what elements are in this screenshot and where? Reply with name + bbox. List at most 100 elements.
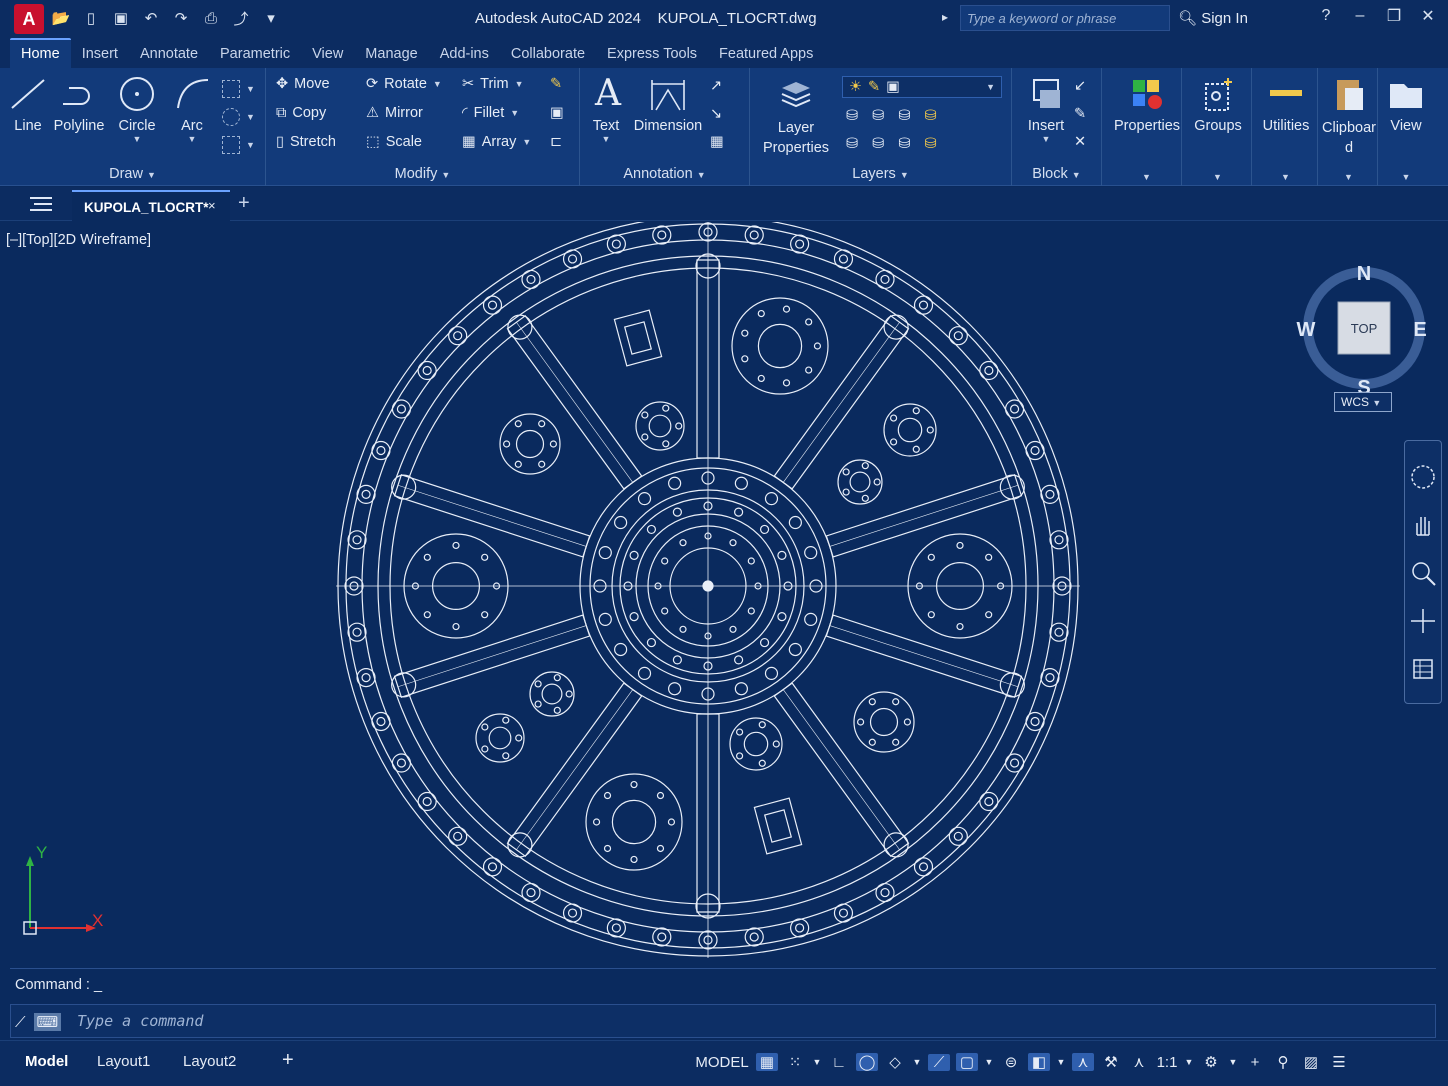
chevron-down-icon[interactable]: ▼ bbox=[1184, 172, 1251, 182]
tab-featured-apps[interactable]: Featured Apps bbox=[708, 40, 824, 68]
chevron-down-icon[interactable]: ▼ bbox=[812, 1057, 822, 1067]
attribute-tool[interactable]: ✕ bbox=[1074, 134, 1086, 150]
view-panel[interactable]: View ▼ bbox=[1380, 68, 1432, 186]
command-input[interactable]: Type a command bbox=[77, 1012, 203, 1030]
grid-icon[interactable]: ▦ bbox=[756, 1053, 778, 1071]
tab-parametric[interactable]: Parametric bbox=[209, 40, 301, 68]
tab-insert[interactable]: Insert bbox=[71, 40, 129, 68]
trim-button[interactable]: ✂ Trim ▼ bbox=[462, 76, 524, 92]
layer-properties-button[interactable]: Layer Properties bbox=[756, 74, 836, 158]
chevron-down-icon[interactable]: ▼ bbox=[1056, 1057, 1066, 1067]
transparency-icon[interactable]: ◧ bbox=[1028, 1053, 1050, 1071]
fillet-button[interactable]: ◜ Fillet ▼ bbox=[462, 105, 519, 121]
chevron-down-icon[interactable]: ▼ bbox=[984, 1057, 994, 1067]
annotation-scale-value[interactable]: 1:1 bbox=[1156, 1054, 1178, 1071]
viewport-controls-label[interactable]: [–][Top][2D Wireframe] bbox=[6, 232, 151, 248]
block-panel-title[interactable]: Block ▼ bbox=[1012, 166, 1101, 182]
dimension-button[interactable]: Dimension bbox=[632, 74, 704, 134]
annotation-panel-title[interactable]: Annotation ▼ bbox=[580, 166, 749, 182]
layer-freeze-icon[interactable]: ⛁ bbox=[898, 108, 910, 124]
customize-icon[interactable]: ⟋ bbox=[15, 1014, 26, 1031]
tab-home[interactable]: Home bbox=[10, 38, 71, 68]
new-file-icon[interactable]: ▯ bbox=[80, 8, 102, 28]
model-space-button[interactable]: MODEL bbox=[694, 1054, 750, 1071]
tab-annotate[interactable]: Annotate bbox=[129, 40, 209, 68]
compass-west[interactable]: W bbox=[1297, 319, 1316, 341]
edit-block-tool[interactable]: ✎ bbox=[1074, 106, 1086, 122]
share-icon[interactable]: ⤴ bbox=[230, 8, 252, 28]
search-arrow-icon[interactable]: ▸ bbox=[942, 10, 948, 24]
create-block-tool[interactable]: ↙ bbox=[1074, 78, 1086, 94]
snap-icon[interactable]: ⁙ bbox=[784, 1053, 806, 1071]
plus-icon[interactable]: + bbox=[1244, 1054, 1266, 1071]
copy-button[interactable]: ⧉ Copy bbox=[276, 105, 326, 121]
tab-manage[interactable]: Manage bbox=[354, 40, 428, 68]
minimize-icon[interactable]: – bbox=[1350, 7, 1370, 25]
utilities-panel[interactable]: Utilities ▼ bbox=[1254, 68, 1318, 186]
auto-scale-icon[interactable]: ⚒ bbox=[1100, 1053, 1122, 1071]
plot-icon[interactable]: ⎙ bbox=[200, 8, 222, 28]
menu-icon[interactable] bbox=[30, 195, 52, 213]
compass-north[interactable]: N bbox=[1357, 263, 1371, 285]
chevron-down-icon[interactable]: ▼ bbox=[1228, 1057, 1238, 1067]
isolate-objects-icon[interactable]: ▨ bbox=[1300, 1053, 1322, 1071]
tab-layout1[interactable]: Layout1 bbox=[97, 1053, 150, 1070]
layer-iso-icon[interactable]: ⛁ bbox=[872, 108, 884, 124]
clipboard-panel[interactable]: Clipboard ▼ bbox=[1320, 68, 1378, 186]
pan-hand-icon[interactable] bbox=[1409, 511, 1437, 539]
move-button[interactable]: ✥ Move bbox=[276, 76, 330, 92]
undo-icon[interactable]: ↶ bbox=[140, 8, 162, 28]
tab-express-tools[interactable]: Express Tools bbox=[596, 40, 708, 68]
command-prompt-icon[interactable]: ⌨ bbox=[33, 1013, 62, 1031]
stretch-button[interactable]: ▯ Stretch bbox=[276, 134, 336, 150]
compass-east[interactable]: E bbox=[1413, 319, 1426, 341]
tab-collaborate[interactable]: Collaborate bbox=[500, 40, 596, 68]
orbit-icon[interactable] bbox=[1409, 607, 1437, 635]
leader-tool[interactable]: ↗ bbox=[710, 78, 722, 94]
new-tab-button[interactable]: + bbox=[238, 192, 250, 215]
draw-panel-title[interactable]: Draw ▼ bbox=[0, 166, 265, 182]
text-button[interactable]: A Text ▼ bbox=[588, 74, 624, 145]
wcs-dropdown[interactable]: WCS ▼ bbox=[1334, 392, 1392, 412]
chevron-down-icon[interactable]: ▼ bbox=[168, 134, 216, 144]
help-icon[interactable]: ? bbox=[1316, 7, 1336, 25]
insert-button[interactable]: Insert ▼ bbox=[1022, 74, 1070, 144]
offset-button[interactable]: ⊏ bbox=[550, 134, 562, 150]
dome-plan-drawing[interactable] bbox=[330, 222, 1090, 962]
tab-view[interactable]: View bbox=[301, 40, 354, 68]
tab-model[interactable]: Model bbox=[25, 1053, 68, 1070]
close-icon[interactable]: ✕ bbox=[1418, 6, 1438, 26]
chevron-down-icon[interactable]: ▼ bbox=[1112, 172, 1181, 182]
tab-add-ins[interactable]: Add-ins bbox=[429, 40, 500, 68]
boundary-tool[interactable]: ▼ bbox=[222, 136, 255, 154]
showmotion-icon[interactable] bbox=[1409, 655, 1437, 683]
command-line[interactable]: ⟋ ⌨ Type a command bbox=[10, 1004, 1436, 1038]
autocad-logo-icon[interactable]: A bbox=[14, 4, 44, 34]
redo-icon[interactable]: ↷ bbox=[170, 8, 192, 28]
multileader-tool[interactable]: ↘ bbox=[710, 106, 722, 122]
layer-off-icon[interactable]: ⛁ bbox=[846, 108, 858, 124]
search-input[interactable]: Type a keyword or phrase bbox=[960, 5, 1170, 31]
chevron-down-icon[interactable]: ▼ bbox=[1320, 172, 1377, 182]
polar-icon[interactable]: ◯ bbox=[856, 1053, 878, 1071]
object-snap-tracking-icon[interactable]: ⟋ bbox=[928, 1053, 950, 1071]
layer-thaw-icon[interactable]: ⛁ bbox=[924, 136, 936, 152]
circle-button[interactable]: Circle ▼ bbox=[112, 74, 162, 144]
file-tab[interactable]: KUPOLA_TLOCRT* bbox=[72, 190, 230, 221]
lineweight-icon[interactable]: ⊜ bbox=[1000, 1053, 1022, 1071]
gear-icon[interactable]: ⚙ bbox=[1200, 1053, 1222, 1071]
tab-layout2[interactable]: Layout2 bbox=[183, 1053, 236, 1070]
ortho-icon[interactable]: ∟ bbox=[828, 1054, 850, 1071]
sign-in-button[interactable]: 🔍︎ Sign In bbox=[1178, 9, 1248, 27]
scale-button[interactable]: ⬚ Scale bbox=[366, 134, 422, 150]
table-tool[interactable]: ▦ bbox=[710, 134, 724, 150]
chevron-down-icon[interactable]: ▼ bbox=[112, 134, 162, 144]
zoom-icon[interactable] bbox=[1409, 559, 1437, 587]
annotation-visibility-icon[interactable]: ⋏ bbox=[1072, 1053, 1094, 1071]
explode-button[interactable]: ▣ bbox=[550, 105, 564, 121]
annotation-scale-icon[interactable]: ⋏ bbox=[1128, 1053, 1150, 1071]
chevron-down-icon[interactable]: ▼ bbox=[1184, 1057, 1194, 1067]
hardware-acceleration-icon[interactable]: ⚲ bbox=[1272, 1053, 1294, 1071]
properties-panel[interactable]: Properties ▼ bbox=[1112, 68, 1182, 186]
save-icon[interactable]: ▣ bbox=[110, 8, 132, 28]
